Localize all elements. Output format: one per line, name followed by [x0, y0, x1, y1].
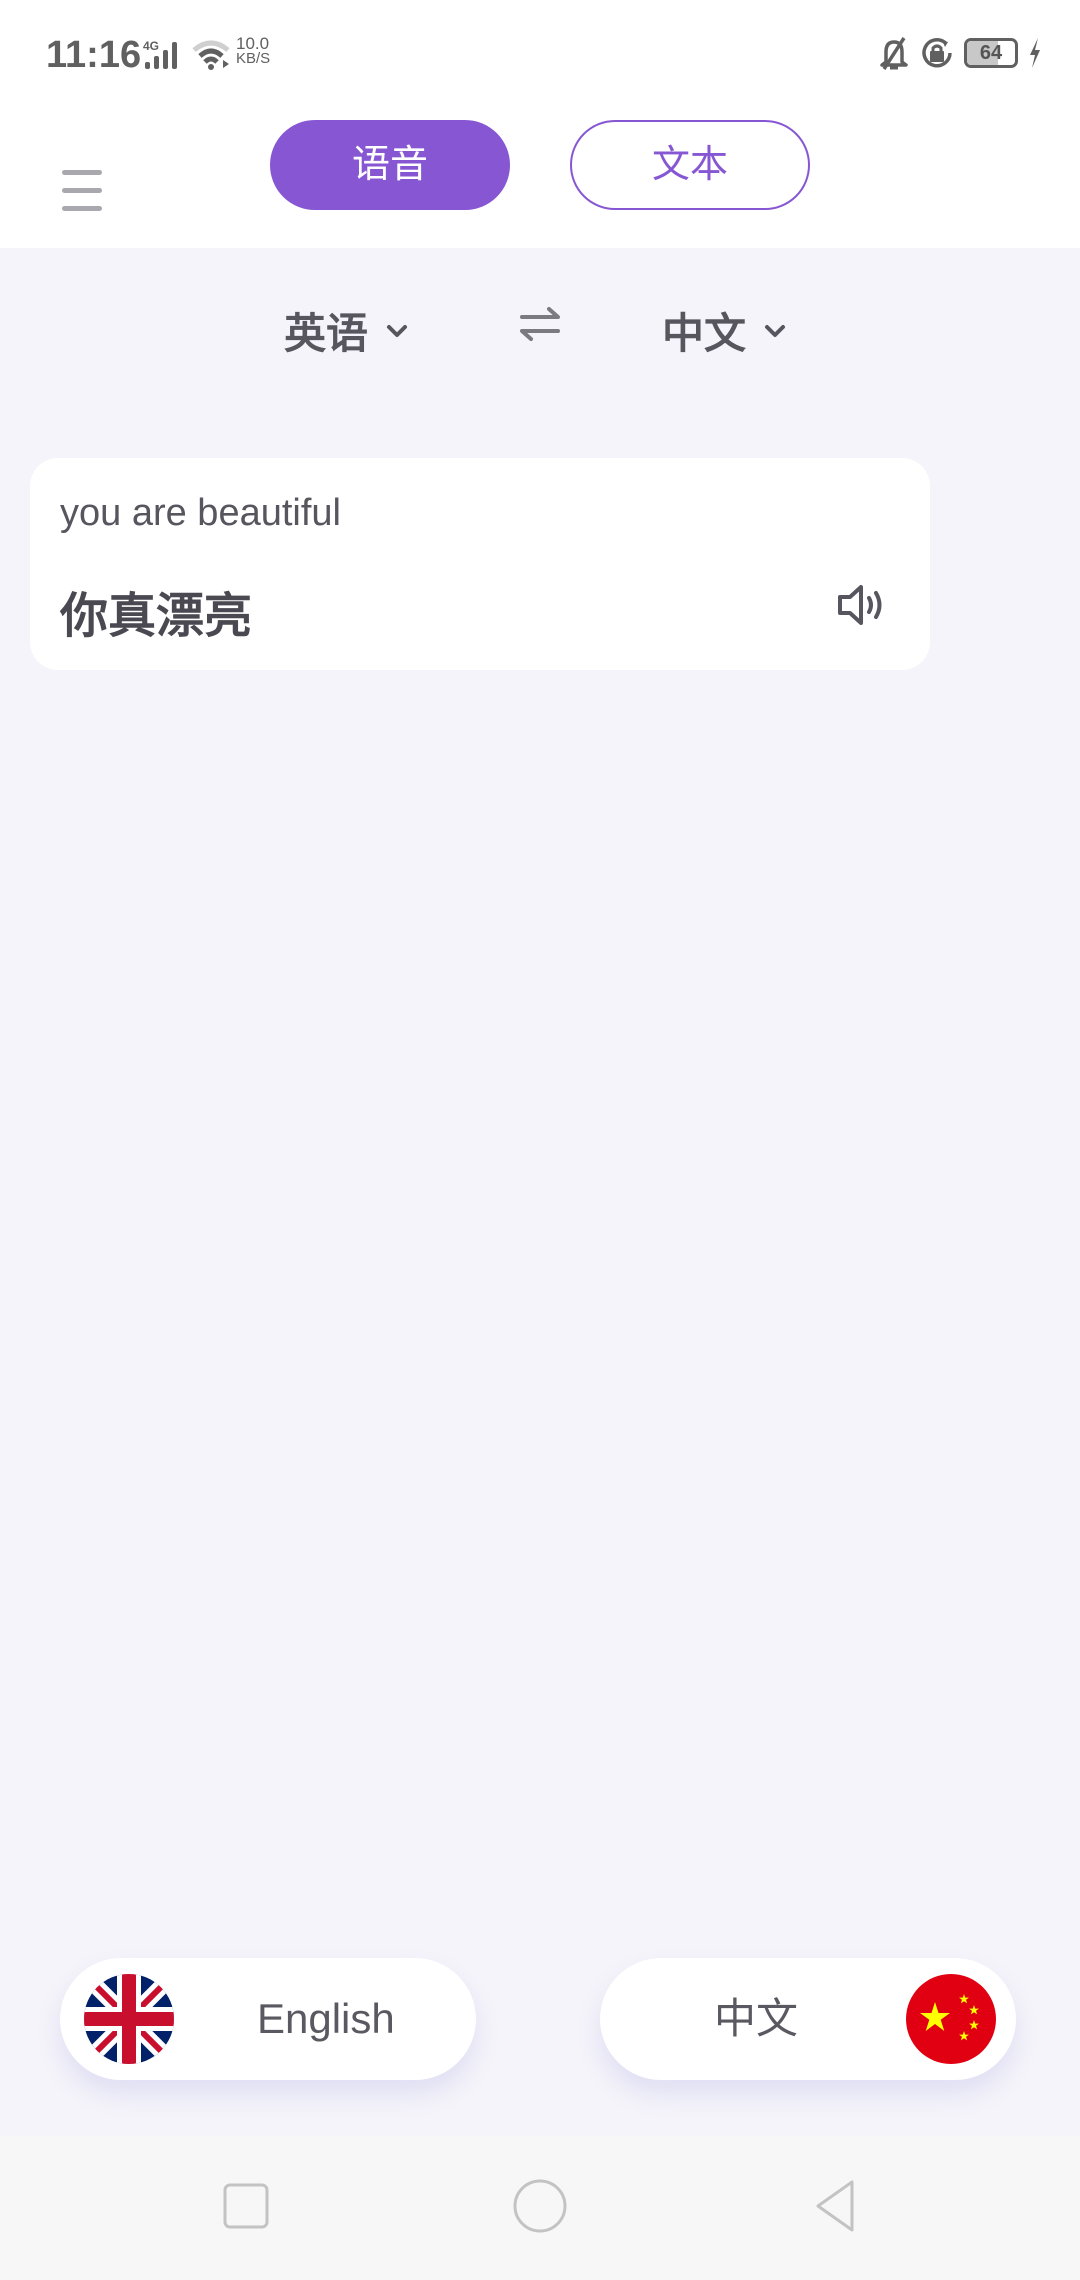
speak-button[interactable] [836, 580, 892, 630]
speaker-icon [838, 585, 882, 625]
back-icon [816, 2180, 854, 2232]
signal-icon: 4G [143, 39, 177, 69]
tab-voice[interactable]: 语音 [270, 120, 510, 210]
app-header: 语音 文本 [0, 110, 1080, 248]
recent-apps-icon [223, 2183, 269, 2229]
china-flag-icon [906, 1974, 996, 2064]
source-language-dropdown[interactable]: 英语 [284, 300, 408, 361]
chinese-label: 中文 [714, 1995, 799, 2042]
wifi-icon [192, 40, 230, 70]
status-icons: 64 [878, 36, 1042, 70]
home-icon [513, 2179, 567, 2233]
home-button[interactable] [510, 2176, 570, 2236]
speak-chinese-button[interactable]: 中文 [600, 1958, 1016, 2080]
target-language-label: 中文 [662, 310, 747, 357]
system-nav-bar [0, 2136, 1080, 2280]
network-speed: 10.0 KB/S [236, 34, 271, 67]
swap-languages-button[interactable] [516, 300, 564, 348]
english-label: English [257, 1995, 395, 2042]
speak-english-button[interactable]: English [60, 1958, 476, 2080]
status-bar: 11:16 4G 10.0 KB/S 64 [0, 0, 1080, 110]
battery-icon: 64 [964, 38, 1018, 68]
net-speed-unit: KB/S [236, 50, 271, 67]
recent-apps-button[interactable] [216, 2176, 276, 2236]
battery-level: 64 [979, 42, 1003, 64]
status-time: 11:16 [46, 34, 142, 76]
language-selector-row: 英语 中文 [0, 280, 1080, 370]
swap-arrows-icon [520, 307, 560, 341]
bell-muted-icon [880, 37, 908, 70]
chevron-down-icon [765, 324, 786, 337]
source-language-label: 英语 [284, 310, 369, 357]
tab-text[interactable]: 文本 [570, 120, 810, 210]
translated-text: 你真漂亮 [60, 590, 253, 643]
target-language-dropdown[interactable]: 中文 [662, 300, 786, 361]
network-type: 4G [143, 39, 159, 53]
source-text: you are beautiful [60, 492, 341, 534]
menu-button[interactable] [62, 140, 106, 211]
net-speed-value: 10.0 [236, 34, 270, 53]
charging-icon [1030, 38, 1040, 68]
rotation-lock-icon [922, 38, 952, 68]
uk-flag-icon [84, 1974, 174, 2064]
back-button[interactable] [806, 2176, 866, 2236]
chevron-down-icon [387, 324, 408, 337]
translation-result-card[interactable]: you are beautiful 你真漂亮 [30, 458, 930, 670]
